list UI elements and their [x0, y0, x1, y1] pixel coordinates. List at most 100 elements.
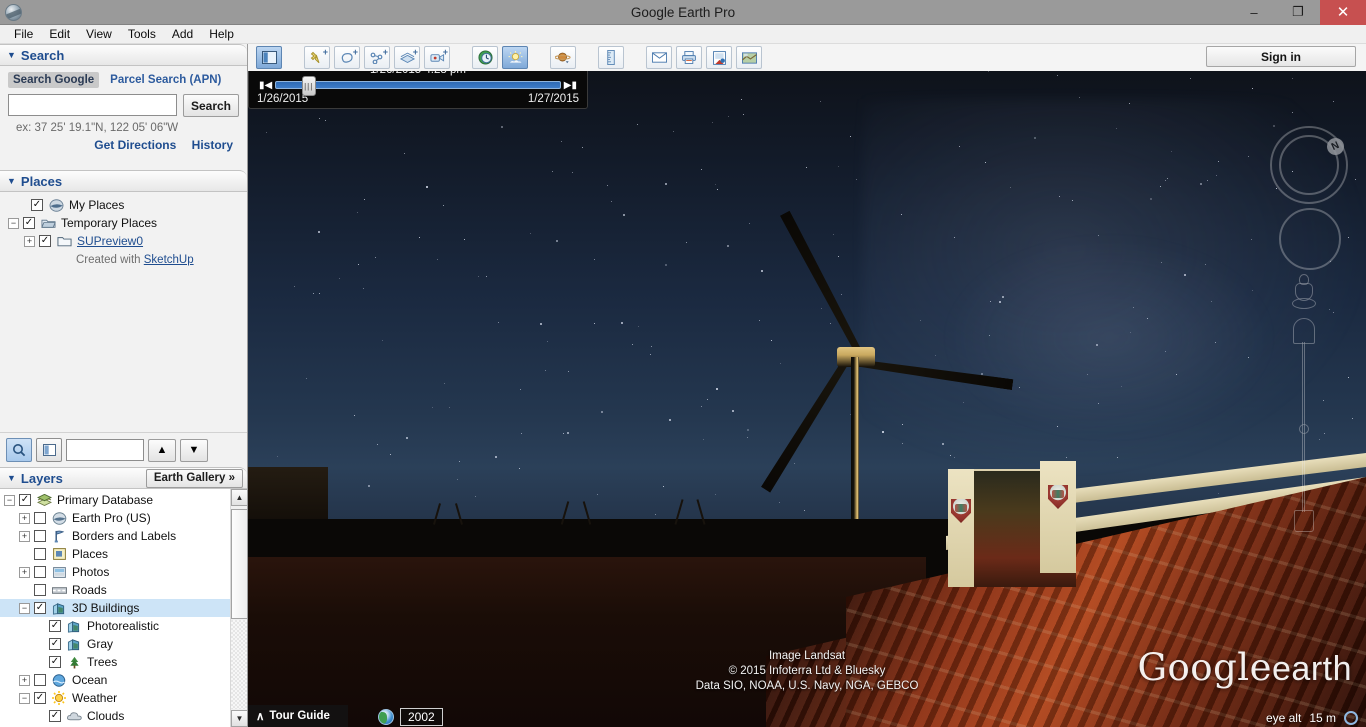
- layer-row-earth-pro-us-[interactable]: + Earth Pro (US): [0, 509, 247, 527]
- close-button[interactable]: ✕: [1320, 0, 1366, 25]
- layer-row-gray[interactable]: ✓ Gray: [0, 635, 247, 653]
- move-up-button[interactable]: ▲: [148, 438, 176, 462]
- navigation-controls[interactable]: N: [1262, 126, 1348, 532]
- layers-section-header[interactable]: ▼ Layers Earth Gallery »: [0, 467, 247, 489]
- zoom-out-button[interactable]: [1294, 510, 1314, 532]
- save-image-button[interactable]: [706, 46, 732, 69]
- earth-gallery-button[interactable]: Earth Gallery »: [145, 468, 243, 488]
- layer-row-weather[interactable]: − ✓ Weather: [0, 689, 247, 707]
- places-item-label[interactable]: SUPreview0: [77, 234, 143, 248]
- checkbox-checked[interactable]: ✓: [34, 602, 46, 614]
- checkbox-checked[interactable]: ✓: [49, 656, 61, 668]
- search-button[interactable]: Search: [183, 94, 239, 117]
- add-polygon-button[interactable]: +: [334, 46, 360, 69]
- zoom-in-button[interactable]: [1293, 318, 1315, 344]
- layers-scrollbar[interactable]: ▲ ▼: [230, 489, 247, 727]
- checkbox-checked[interactable]: ✓: [49, 638, 61, 650]
- toggle-sidebar-button[interactable]: [256, 46, 282, 69]
- layer-row-primary-database[interactable]: − ✓ Primary Database: [0, 491, 247, 509]
- maximize-button[interactable]: ❐: [1276, 0, 1320, 25]
- checkbox-unchecked[interactable]: [34, 512, 46, 524]
- checkbox-unchecked[interactable]: [34, 674, 46, 686]
- time-slider-track-row[interactable]: ▮◀ ||| ▶▮: [259, 76, 577, 96]
- slider-end-icon[interactable]: ▶▮: [564, 80, 577, 91]
- layer-expander[interactable]: −: [4, 494, 15, 506]
- checkbox-checked[interactable]: ✓: [49, 710, 61, 722]
- layer-row-trees[interactable]: ✓ Trees: [0, 653, 247, 671]
- search-icon[interactable]: [6, 438, 32, 462]
- get-directions-link[interactable]: Get Directions: [94, 138, 176, 152]
- menu-add[interactable]: Add: [164, 25, 201, 43]
- switch-to-sky-button[interactable]: [550, 46, 576, 69]
- layer-row-photos[interactable]: + Photos: [0, 563, 247, 581]
- add-path-button[interactable]: +: [364, 46, 390, 69]
- sketchup-link[interactable]: SketchUp: [144, 254, 194, 266]
- historical-imagery-control[interactable]: 2002: [378, 708, 443, 726]
- expander-expand[interactable]: +: [24, 235, 35, 247]
- layer-expander[interactable]: +: [19, 512, 30, 524]
- layer-expander[interactable]: +: [19, 530, 30, 542]
- places-item-my-places[interactable]: ✓ My Places: [8, 196, 247, 214]
- layer-row-clouds[interactable]: ✓ Clouds: [0, 707, 247, 725]
- tab-search-google[interactable]: Search Google: [8, 72, 100, 88]
- tour-guide-button[interactable]: ∧ Tour Guide: [248, 705, 348, 727]
- checkbox-checked[interactable]: ✓: [49, 620, 61, 632]
- historical-imagery-button[interactable]: [472, 46, 498, 69]
- checkbox-unchecked[interactable]: [34, 530, 46, 542]
- checkbox-checked[interactable]: ✓: [34, 692, 46, 704]
- tab-parcel-search[interactable]: Parcel Search (APN): [105, 72, 226, 88]
- print-button[interactable]: [676, 46, 702, 69]
- scrollbar-track[interactable]: [231, 620, 247, 709]
- add-image-overlay-button[interactable]: +: [394, 46, 420, 69]
- checkbox-checked[interactable]: ✓: [19, 494, 31, 506]
- zoom-slider[interactable]: [1293, 318, 1315, 533]
- search-input[interactable]: [8, 94, 177, 116]
- historical-year-badge[interactable]: 2002: [400, 708, 443, 726]
- layer-expander[interactable]: −: [19, 602, 30, 614]
- ruler-button[interactable]: [598, 46, 624, 69]
- checkbox-unchecked[interactable]: [34, 548, 46, 560]
- layer-row-ocean[interactable]: + Ocean: [0, 671, 247, 689]
- checkbox-unchecked[interactable]: [34, 566, 46, 578]
- scrollbar-thumb[interactable]: [231, 509, 247, 619]
- layer-row-3d-buildings[interactable]: − ✓ 3D Buildings: [0, 599, 247, 617]
- menu-file[interactable]: File: [6, 25, 41, 43]
- scroll-down-button[interactable]: ▼: [231, 710, 247, 727]
- scroll-up-button[interactable]: ▲: [231, 489, 247, 506]
- checkbox-checked[interactable]: ✓: [31, 199, 43, 211]
- checkbox-checked[interactable]: ✓: [23, 217, 35, 229]
- time-slider-rail[interactable]: |||: [275, 76, 561, 96]
- places-item-temporary-places[interactable]: − ✓ Temporary Places: [8, 214, 247, 232]
- split-view-icon[interactable]: [36, 438, 62, 462]
- layer-expander[interactable]: −: [19, 692, 30, 704]
- expander-collapse[interactable]: −: [8, 217, 19, 229]
- move-down-button[interactable]: ▼: [180, 438, 208, 462]
- earth-3d-viewport[interactable]: Image Landsat © 2015 Infoterra Ltd & Blu…: [248, 44, 1366, 727]
- record-tour-button[interactable]: +: [424, 46, 450, 69]
- menu-edit[interactable]: Edit: [41, 25, 78, 43]
- layer-row-borders-and-labels[interactable]: + Borders and Labels: [0, 527, 247, 545]
- zoom-knob[interactable]: [1299, 424, 1309, 434]
- history-link[interactable]: History: [192, 138, 233, 152]
- look-joystick-ring[interactable]: [1279, 208, 1341, 270]
- checkbox-unchecked[interactable]: [34, 584, 46, 596]
- layer-row-roads[interactable]: Roads: [0, 581, 247, 599]
- add-placemark-button[interactable]: +: [304, 46, 330, 69]
- minimize-button[interactable]: –: [1232, 0, 1276, 25]
- historical-clock-globe-icon[interactable]: [378, 709, 394, 725]
- sunlight-button[interactable]: [502, 46, 528, 69]
- places-item-supreview0[interactable]: + ✓ SUPreview0: [8, 232, 247, 250]
- places-filter-input[interactable]: [66, 439, 144, 461]
- layer-row-places[interactable]: Places: [0, 545, 247, 563]
- checkbox-checked[interactable]: ✓: [39, 235, 51, 247]
- places-section-header[interactable]: ▼ Places: [0, 170, 247, 192]
- layer-expander[interactable]: +: [19, 674, 30, 686]
- email-button[interactable]: [646, 46, 672, 69]
- search-section-header[interactable]: ▼ Search: [0, 44, 247, 66]
- layer-expander[interactable]: +: [19, 566, 30, 578]
- menu-tools[interactable]: Tools: [120, 25, 164, 43]
- sign-in-button[interactable]: Sign in: [1206, 46, 1356, 67]
- slider-start-icon[interactable]: ▮◀: [259, 80, 272, 91]
- menu-view[interactable]: View: [78, 25, 120, 43]
- layer-row-photorealistic[interactable]: ✓ Photorealistic: [0, 617, 247, 635]
